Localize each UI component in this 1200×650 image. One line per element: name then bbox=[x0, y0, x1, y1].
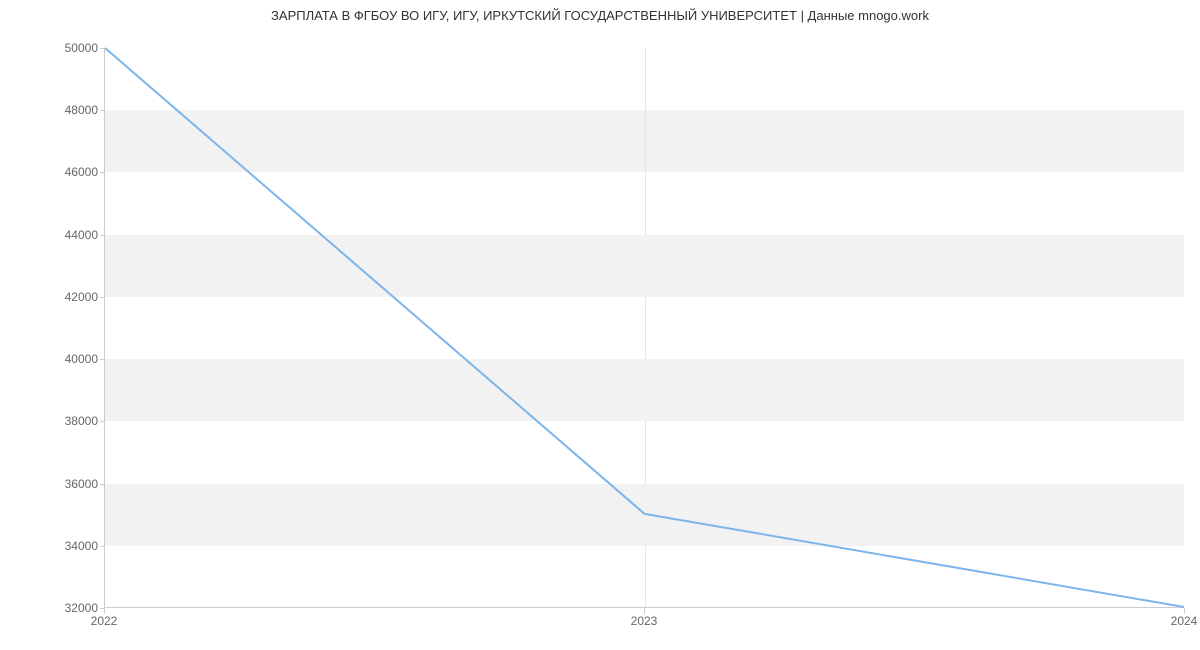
y-tick-mark bbox=[100, 484, 105, 485]
y-tick-label: 42000 bbox=[40, 290, 98, 304]
y-tick-label: 40000 bbox=[40, 352, 98, 366]
y-tick-mark bbox=[100, 297, 105, 298]
x-tick-label: 2023 bbox=[631, 614, 658, 628]
y-tick-mark bbox=[100, 421, 105, 422]
chart-title: ЗАРПЛАТА В ФГБОУ ВО ИГУ, ИГУ, ИРКУТСКИЙ … bbox=[0, 8, 1200, 23]
y-tick-label: 34000 bbox=[40, 539, 98, 553]
x-tick-label: 2024 bbox=[1171, 614, 1198, 628]
series-line bbox=[105, 48, 1184, 607]
x-tick-label: 2022 bbox=[91, 614, 118, 628]
y-tick-mark bbox=[100, 235, 105, 236]
y-tick-mark bbox=[100, 48, 105, 49]
y-tick-label: 46000 bbox=[40, 165, 98, 179]
y-tick-mark bbox=[100, 110, 105, 111]
y-tick-label: 38000 bbox=[40, 414, 98, 428]
y-tick-label: 32000 bbox=[40, 601, 98, 615]
data-line bbox=[105, 48, 1184, 607]
plot-area bbox=[104, 48, 1184, 608]
y-tick-label: 36000 bbox=[40, 477, 98, 491]
y-tick-mark bbox=[100, 172, 105, 173]
y-tick-label: 44000 bbox=[40, 228, 98, 242]
salary-line-chart: ЗАРПЛАТА В ФГБОУ ВО ИГУ, ИГУ, ИРКУТСКИЙ … bbox=[0, 0, 1200, 650]
y-tick-mark bbox=[100, 359, 105, 360]
y-tick-label: 50000 bbox=[40, 41, 98, 55]
y-tick-label: 48000 bbox=[40, 103, 98, 117]
y-tick-mark bbox=[100, 546, 105, 547]
